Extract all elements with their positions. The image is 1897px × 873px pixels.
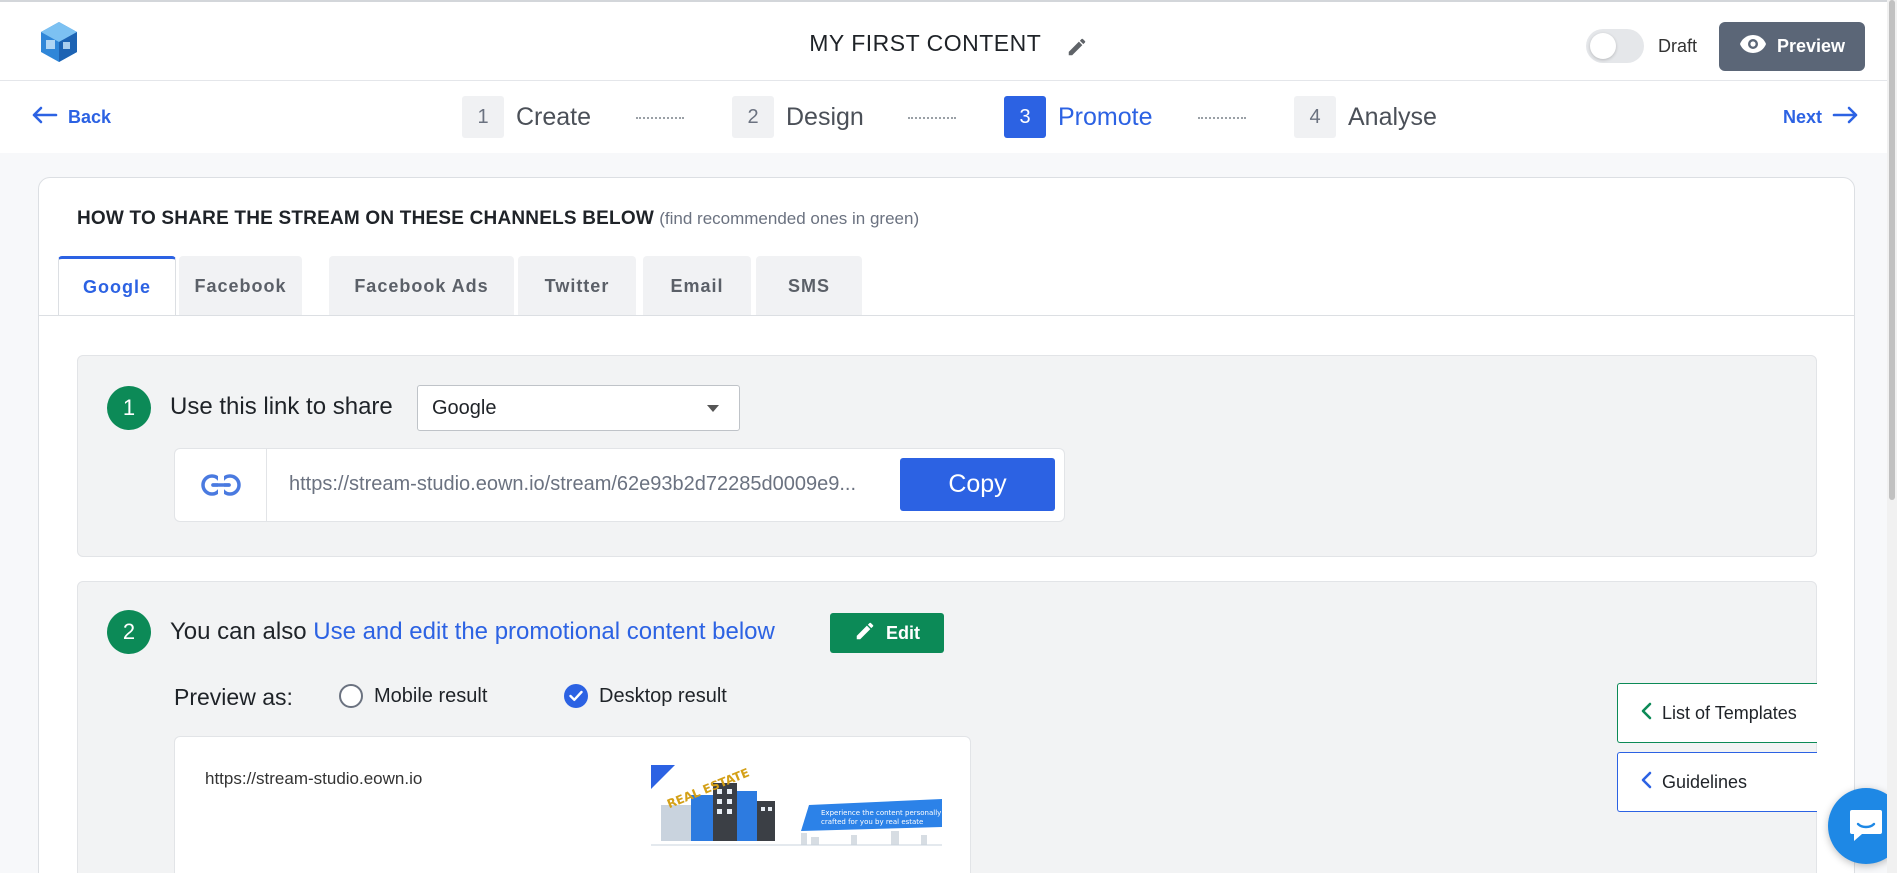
step-promote[interactable]: 3 Promote: [1004, 96, 1152, 138]
step2-badge: 2: [107, 610, 151, 654]
scrollbar-thumb[interactable]: [1889, 0, 1895, 500]
thumbnail-banner-line2: crafted for you by real estate: [821, 818, 923, 826]
step-label: Design: [786, 102, 864, 131]
share-url[interactable]: https://stream-studio.eown.io/stream/62e…: [289, 473, 899, 496]
radio-unchecked-icon: [339, 684, 363, 708]
radio-checked-icon: [564, 684, 588, 708]
mobile-result-radio[interactable]: Mobile result: [339, 684, 487, 708]
tab-facebook[interactable]: Facebook: [179, 256, 302, 316]
tab-email[interactable]: Email: [643, 256, 751, 316]
tab-divider: [39, 315, 1854, 316]
guidelines-label: Guidelines: [1662, 771, 1748, 792]
top-bar: MY FIRST CONTENT Draft Preview: [0, 0, 1897, 81]
page-scrollbar[interactable]: [1887, 0, 1897, 873]
tab-facebook-ads[interactable]: Facebook Ads: [329, 256, 514, 316]
next-label: Next: [1783, 107, 1823, 127]
channel-select-value: Google: [432, 396, 497, 419]
step-bar: Back 1 Create 2 Design 3 Promote 4 Analy…: [0, 81, 1897, 153]
thumbnail-banner-line1: Experience the content personally: [821, 809, 941, 817]
list-of-templates-label: List of Templates: [1662, 702, 1797, 723]
tab-sms[interactable]: SMS: [756, 256, 862, 316]
edit-button[interactable]: Edit: [830, 613, 944, 653]
preview-as-label: Preview as:: [174, 684, 293, 710]
link-box: https://stream-studio.eown.io/stream/62e…: [174, 448, 1065, 522]
edit-label: Edit: [886, 622, 920, 643]
tab-twitter[interactable]: Twitter: [518, 256, 636, 316]
caret-down-icon: [707, 405, 719, 412]
guidelines-button[interactable]: Guidelines: [1617, 752, 1817, 812]
step-number: 1: [462, 96, 504, 138]
back-label: Back: [68, 107, 112, 127]
back-button[interactable]: Back: [30, 105, 111, 130]
preview-url: https://stream-studio.eown.io: [205, 769, 423, 788]
promotional-title-prefix: You can also: [170, 618, 307, 645]
preview-button[interactable]: Preview: [1719, 22, 1865, 71]
step-divider: [908, 117, 956, 119]
toggle-knob: [1590, 33, 1616, 59]
desktop-result-radio[interactable]: Desktop result: [564, 684, 727, 708]
eye-icon: [1739, 34, 1767, 59]
share-heading-note: (find recommended ones in green): [659, 209, 920, 228]
chevron-left-icon: [1640, 771, 1652, 794]
step-divider: [636, 117, 684, 119]
preview-label: Preview: [1776, 36, 1846, 56]
next-button[interactable]: Next: [1783, 105, 1860, 130]
search-result-preview: https://stream-studio.eown.io REAL ESTAT…: [174, 736, 971, 873]
step-create[interactable]: 1 Create: [462, 96, 591, 138]
chevron-left-icon: [1640, 702, 1652, 725]
mobile-result-label: Mobile result: [374, 684, 488, 707]
step-label: Create: [516, 102, 592, 131]
step1-badge: 1: [107, 386, 151, 430]
draft-label: Draft: [1658, 36, 1698, 56]
chat-bubble-icon: [1846, 804, 1886, 849]
share-heading: HOW TO SHARE THE STREAM ON THESE CHANNEL…: [77, 208, 919, 230]
step-label: Promote: [1058, 102, 1153, 131]
page-title: MY FIRST CONTENT: [809, 30, 1042, 56]
promotional-title: You can also Use and edit the promotiona…: [170, 618, 775, 646]
step-analyse[interactable]: 4 Analyse: [1294, 96, 1437, 138]
link-icon: [175, 449, 267, 521]
arrow-left-icon: [30, 105, 58, 130]
copy-button[interactable]: Copy: [900, 458, 1055, 511]
share-heading-text: HOW TO SHARE THE STREAM ON THESE CHANNEL…: [77, 208, 654, 229]
arrow-right-icon: [1832, 105, 1860, 130]
tab-google[interactable]: Google: [58, 256, 176, 316]
list-of-templates-button[interactable]: List of Templates: [1617, 683, 1817, 743]
step-label: Analyse: [1348, 102, 1437, 131]
step-divider: [1198, 117, 1246, 119]
step-number: 3: [1004, 96, 1046, 138]
step-number: 2: [732, 96, 774, 138]
promotional-title-link[interactable]: Use and edit the promotional content bel…: [313, 618, 775, 645]
pencil-icon: [854, 620, 876, 647]
channel-select[interactable]: Google: [417, 385, 740, 431]
preview-thumbnail: REAL ESTATE Experience the content perso…: [651, 765, 942, 848]
step-design[interactable]: 2 Design: [732, 96, 864, 138]
pencil-icon[interactable]: [1066, 36, 1088, 58]
draft-toggle[interactable]: [1586, 29, 1644, 63]
desktop-result-label: Desktop result: [599, 684, 727, 707]
step-number: 4: [1294, 96, 1336, 138]
share-link-title: Use this link to share: [170, 393, 393, 420]
